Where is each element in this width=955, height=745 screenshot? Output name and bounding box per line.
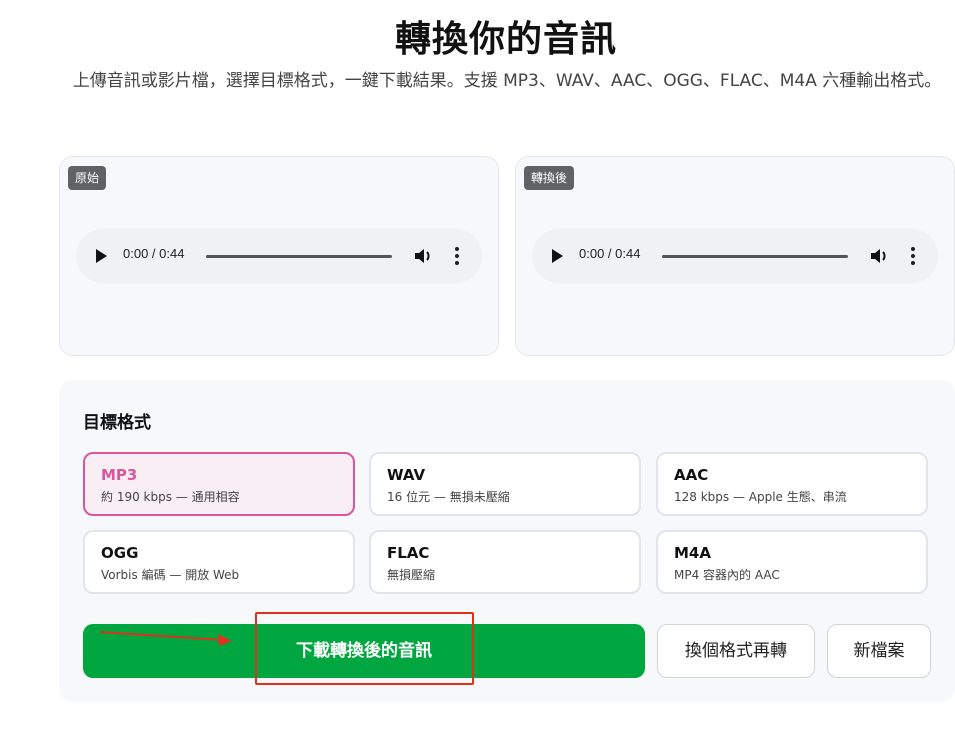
annotation-highlight-box	[255, 612, 474, 685]
original-seek-bar[interactable]	[206, 255, 392, 258]
page-title: 轉換你的音訊	[394, 19, 617, 60]
new-file-button[interactable]: 新檔案	[827, 624, 931, 678]
original-tag: 原始	[68, 166, 107, 190]
format-name: AAC	[674, 466, 709, 484]
format-name: FLAC	[387, 544, 430, 562]
format-name: MP3	[101, 466, 138, 484]
play-icon[interactable]	[96, 249, 107, 263]
more-options-icon[interactable]	[910, 247, 916, 265]
original-time-readout: 0:00 / 0:44	[123, 246, 185, 261]
format-desc: 16 位元 — 無損未壓縮	[387, 490, 510, 504]
converted-audio-player[interactable]: 0:00 / 0:44	[532, 229, 938, 283]
original-preview-card: 原始 0:00 / 0:44	[59, 156, 499, 356]
page-subtitle: 上傳音訊或影片檔，選擇目標格式，一鍵下載結果。支援 MP3、WAV、AAC、OG…	[72, 71, 942, 91]
format-option-m4a[interactable]: M4A MP4 容器內的 AAC	[656, 530, 928, 594]
format-option-ogg[interactable]: OGG Vorbis 編碼 — 開放 Web	[83, 530, 355, 594]
format-name: OGG	[101, 544, 139, 562]
target-format-panel: 目標格式 MP3 約 190 kbps — 通用相容 WAV 16 位元 — 無…	[59, 380, 955, 702]
original-audio-player[interactable]: 0:00 / 0:44	[76, 229, 482, 283]
format-desc: 128 kbps — Apple 生態、串流	[674, 490, 847, 504]
format-option-wav[interactable]: WAV 16 位元 — 無損未壓縮	[369, 452, 641, 516]
converted-tag: 轉換後	[524, 166, 575, 190]
converted-seek-bar[interactable]	[662, 255, 848, 258]
format-name: M4A	[674, 544, 711, 562]
format-desc: 約 190 kbps — 通用相容	[101, 490, 240, 504]
format-name: WAV	[387, 466, 426, 484]
format-desc: Vorbis 編碼 — 開放 Web	[101, 568, 240, 582]
target-format-title: 目標格式	[83, 413, 151, 433]
format-option-mp3[interactable]: MP3 約 190 kbps — 通用相容	[83, 452, 355, 516]
volume-icon[interactable]	[414, 247, 434, 265]
more-options-icon[interactable]	[454, 247, 460, 265]
volume-icon[interactable]	[870, 247, 890, 265]
format-option-aac[interactable]: AAC 128 kbps — Apple 生態、串流	[656, 452, 928, 516]
format-desc: MP4 容器內的 AAC	[674, 568, 780, 582]
format-desc: 無損壓縮	[387, 568, 436, 582]
reconvert-button[interactable]: 換個格式再轉	[657, 624, 815, 678]
converted-time-readout: 0:00 / 0:44	[579, 246, 641, 261]
play-icon[interactable]	[552, 249, 563, 263]
converted-preview-card: 轉換後 0:00 / 0:44	[515, 156, 955, 356]
annotation-arrow-icon	[100, 631, 232, 646]
format-option-flac[interactable]: FLAC 無損壓縮	[369, 530, 641, 594]
